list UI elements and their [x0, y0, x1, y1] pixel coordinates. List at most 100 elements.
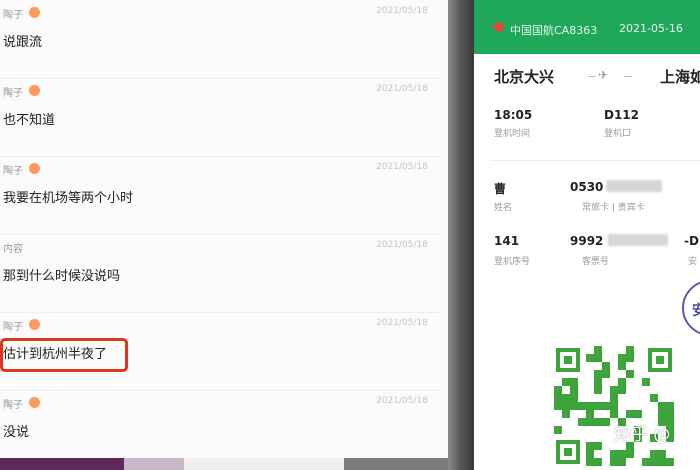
message-text: 那到什么时候没说吗	[3, 269, 121, 284]
emoji-avatar-icon	[29, 397, 40, 408]
qr-module	[618, 378, 626, 386]
qr-module	[626, 410, 634, 418]
separator	[490, 160, 700, 161]
message-sender: 陶子	[3, 322, 23, 333]
chat-message[interactable]: 陶子 2021/05/18 我要在机场等两个小时	[0, 156, 440, 235]
extra-value: -D	[684, 234, 699, 248]
chat-message[interactable]: 陶子 2021/05/18 说跟流	[0, 0, 440, 79]
qr-module	[626, 370, 634, 378]
qr-module	[562, 402, 570, 410]
message-time: 2021/05/18	[376, 6, 428, 16]
qr-module	[618, 458, 626, 466]
extra-label: 安	[688, 257, 698, 267]
message-text: 也不知道	[3, 113, 56, 128]
message-sender: 陶子	[3, 400, 23, 411]
qr-module	[642, 378, 650, 386]
qr-module	[578, 418, 586, 426]
qr-module	[602, 370, 610, 378]
qr-module	[610, 402, 618, 410]
qr-module	[602, 402, 610, 410]
security-stamp: 安	[682, 280, 700, 336]
qr-module	[610, 450, 618, 458]
boarding-qr-code	[554, 346, 674, 466]
qr-module	[618, 362, 626, 370]
qr-module	[594, 370, 602, 378]
chat-message[interactable]: 陶子 2021/05/18 没说	[0, 390, 440, 458]
qr-finder	[556, 348, 580, 372]
qr-module	[610, 458, 618, 466]
gate-label: 登机口	[604, 129, 632, 139]
qr-module	[650, 394, 658, 402]
qr-module	[570, 394, 578, 402]
qr-module	[666, 402, 674, 410]
boarding-time: 18:05	[494, 108, 533, 122]
qr-module	[578, 402, 586, 410]
qr-module	[650, 450, 658, 458]
qr-module	[594, 354, 602, 362]
qr-module	[618, 386, 626, 394]
message-text: 没说	[3, 425, 30, 440]
message-text: 说跟流	[3, 35, 43, 50]
qr-module	[562, 410, 570, 418]
qr-module	[594, 378, 602, 386]
message-time: 2021/05/18	[376, 396, 428, 406]
emoji-avatar-icon	[29, 163, 40, 174]
qr-module	[554, 394, 562, 402]
route-dash	[624, 76, 632, 77]
qr-finder	[648, 348, 672, 372]
message-sender: 陶子	[3, 166, 23, 177]
qr-module	[586, 410, 594, 418]
message-sender: 陶子	[3, 88, 23, 99]
qr-module	[570, 386, 578, 394]
qr-module	[594, 402, 602, 410]
chat-message[interactable]: 陶子 2021/05/18 也不知道	[0, 78, 440, 157]
qr-module	[586, 402, 594, 410]
qr-module	[666, 458, 674, 466]
qr-module	[658, 402, 666, 410]
qr-module	[594, 418, 602, 426]
qr-module	[570, 378, 578, 386]
gate: D112	[604, 108, 640, 122]
member-card-label: 常旅卡 | 贵宾卡	[582, 203, 645, 213]
qr-module	[602, 418, 610, 426]
qr-module	[658, 410, 666, 418]
passenger-name-label: 姓名	[494, 203, 513, 213]
qr-module	[610, 386, 618, 394]
emoji-avatar-icon	[29, 319, 40, 330]
chat-panel: 陶子 2021/05/18 说跟流 陶子 2021/05/18 也不知道 陶子 …	[0, 0, 448, 458]
message-sender: 陶子	[3, 10, 23, 21]
departure-city: 北京大兴	[494, 68, 555, 86]
boarding-time-label: 登机时间	[494, 129, 531, 139]
pass-header: 中国国航CA8363 2021-05-16	[474, 0, 700, 54]
qr-module	[570, 402, 578, 410]
qr-module	[586, 458, 594, 466]
qr-module	[594, 458, 602, 466]
bottom-color-strip	[0, 458, 470, 470]
message-time: 2021/05/18	[376, 318, 428, 328]
chat-message[interactable]: 内容 2021/05/18 那到什么时候没说吗	[0, 234, 440, 313]
airline-flight: 中国国航CA8363	[510, 24, 598, 37]
message-text: 我要在机场等两个小时	[3, 191, 134, 206]
plane-icon: ✈	[598, 68, 609, 82]
qr-module	[554, 402, 562, 410]
qr-module	[586, 354, 594, 362]
emoji-avatar-icon	[29, 85, 40, 96]
qr-module	[650, 458, 658, 466]
member-card: 0530	[570, 180, 604, 194]
qr-module	[586, 450, 594, 458]
boarding-pass: 中国国航CA8363 2021-05-16 北京大兴 ✈ 上海如 18:05 登…	[474, 0, 700, 470]
qr-module	[634, 410, 642, 418]
qr-module	[658, 450, 666, 458]
watermark: 知乎 @	[614, 425, 671, 445]
red-highlight-box	[0, 338, 128, 372]
qr-module	[586, 442, 594, 450]
qr-module	[594, 346, 602, 354]
boarding-sequence-label: 登机序号	[494, 257, 531, 267]
route-dash	[588, 76, 596, 77]
qr-module	[594, 442, 602, 450]
ticket-number: 9992	[570, 234, 604, 248]
qr-module	[618, 354, 626, 362]
qr-module	[554, 386, 562, 394]
qr-module	[642, 458, 650, 466]
passenger-name: 曹	[494, 182, 507, 196]
